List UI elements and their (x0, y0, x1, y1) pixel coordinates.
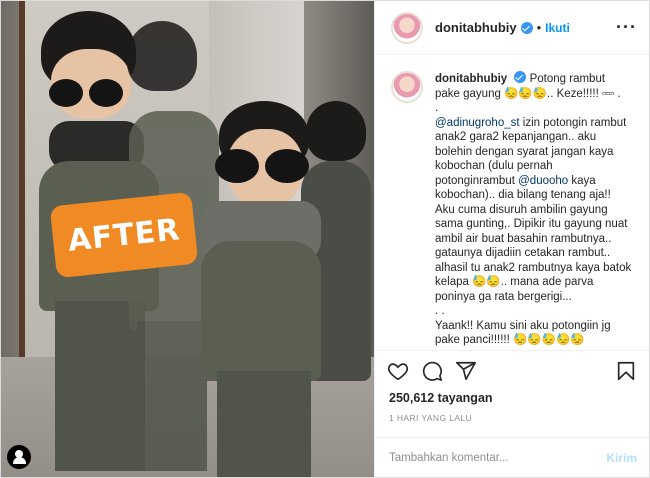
comment-input[interactable] (389, 451, 607, 464)
caption-section: donitabhubiy Potong rambut pake gayung 😓… (375, 55, 649, 351)
post-photo[interactable]: AFTER (1, 1, 374, 477)
mention-adinugroho[interactable]: @adinugroho_st (435, 117, 520, 129)
post-caption: donitabhubiy Potong rambut pake gayung 😓… (435, 71, 633, 350)
view-count[interactable]: 250,612 tayangan (375, 391, 649, 409)
header-separator: • (536, 20, 542, 35)
author-username[interactable]: donitabhubiy (435, 20, 517, 35)
child-main (191, 101, 341, 477)
caption-verified-icon (514, 71, 527, 83)
follow-button[interactable]: Ikuti (545, 21, 570, 35)
bookmark-icon[interactable] (615, 360, 637, 382)
more-options-icon[interactable]: ··· (616, 17, 637, 38)
heart-icon[interactable] (387, 360, 409, 382)
post-header: donitabhubiy • Ikuti ··· (375, 1, 649, 55)
share-icon[interactable] (455, 360, 477, 382)
caption-username[interactable]: donitabhubiy (435, 73, 507, 85)
post-timestamp[interactable]: 1 HARI YANG LALU (375, 409, 649, 437)
caption-line-4: . . (435, 305, 445, 317)
author-avatar[interactable] (391, 11, 423, 44)
verified-badge-icon (520, 21, 533, 34)
user-tag-icon[interactable] (7, 445, 31, 469)
action-bar (375, 351, 649, 391)
caption-line-5: Yaank!! Kamu sini aku potongiin jg pake … (435, 319, 611, 347)
comment-icon[interactable] (421, 360, 443, 382)
caption-avatar[interactable] (391, 71, 423, 103)
instagram-post: AFTER donitabhubiy • Ikuti ··· donitabhu… (0, 0, 650, 478)
post-sidebar: donitabhubiy • Ikuti ··· donitabhubiy Po… (374, 1, 649, 477)
add-comment-box: Kirim (375, 437, 649, 477)
post-comment-button[interactable]: Kirim (606, 451, 637, 465)
mention-duooho[interactable]: @duooho (518, 175, 568, 187)
after-badge: AFTER (49, 191, 199, 279)
caption-line-2: . (435, 102, 439, 114)
after-badge-text: AFTER (66, 211, 182, 259)
caption-line-3: @adinugroho_st izin potongin rambut anak… (435, 116, 632, 303)
